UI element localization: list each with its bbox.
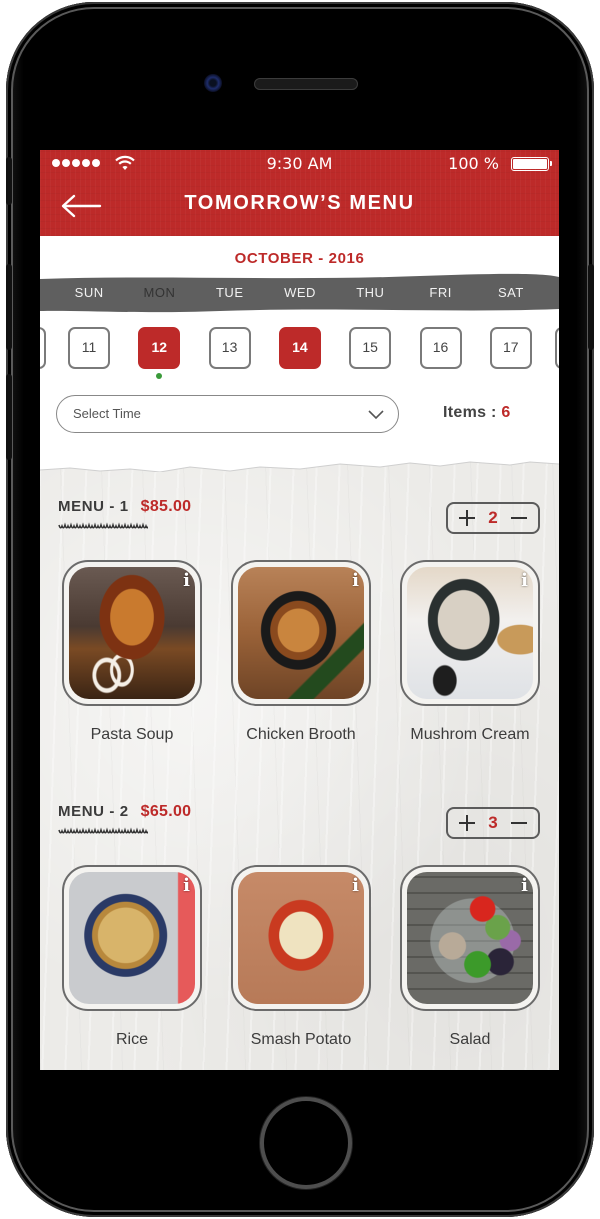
date-box-11[interactable]: 11	[68, 327, 110, 369]
menu-header-1: MENU - 1 $85.00	[58, 498, 191, 516]
front-camera-icon	[204, 74, 222, 92]
dish-photo	[238, 872, 364, 1004]
torn-paper-edge	[40, 450, 559, 472]
dish-photo	[69, 567, 195, 699]
date-box-next-partial[interactable]	[555, 327, 559, 369]
weekday-fri[interactable]: FRI	[405, 285, 475, 300]
weekday-mon[interactable]: MON	[124, 285, 194, 300]
info-icon[interactable]: i	[183, 570, 190, 591]
quantity-stepper: 3	[446, 807, 540, 839]
dish-image-frame[interactable]: i	[62, 560, 202, 706]
menu-name: MENU - 1	[58, 498, 129, 515]
minus-icon[interactable]	[510, 509, 528, 527]
info-icon[interactable]: i	[521, 875, 528, 896]
dish-name: Chicken Brooth	[246, 726, 356, 743]
dish-name: Pasta Soup	[90, 726, 174, 743]
minus-icon[interactable]	[510, 814, 528, 832]
home-button[interactable]	[260, 1097, 352, 1189]
info-icon[interactable]: i	[521, 570, 528, 591]
mute-switch	[6, 157, 12, 205]
weekday-banner: SUN MON TUE WED THU FRI SAT	[40, 273, 559, 315]
plus-icon[interactable]	[458, 814, 476, 832]
dish-card[interactable]: i Smash Potato	[231, 865, 371, 1049]
items-count-value: 6	[501, 404, 511, 421]
date-box-15[interactable]: 15	[349, 327, 392, 369]
weekday-list: SUN MON TUE WED THU FRI SAT	[40, 285, 559, 300]
wavy-underline-icon	[58, 827, 148, 834]
menu-content-area: MENU - 1 $85.00 2 i Pasta Soup i Chicken Broot…	[40, 450, 559, 1070]
date-box-12[interactable]: 12	[138, 327, 181, 369]
plus-icon[interactable]	[458, 509, 476, 527]
weekday-wed[interactable]: WED	[265, 285, 335, 300]
volume-down-button	[6, 374, 12, 460]
dish-image-frame[interactable]: i	[400, 560, 540, 706]
dish-card[interactable]: i Mushrom Cream	[400, 560, 540, 744]
date-strip: 11 12 13 14 15 16 17	[40, 327, 559, 379]
quantity-stepper: 2	[446, 502, 540, 534]
chevron-down-icon	[368, 410, 384, 420]
dish-photo	[407, 872, 533, 1004]
select-time-dropdown[interactable]: Select Time	[56, 395, 399, 433]
menu-price: $65.00	[140, 803, 192, 820]
battery-icon	[511, 157, 552, 171]
quantity-value: 2	[488, 508, 498, 527]
date-box-13[interactable]: 13	[208, 327, 251, 369]
dish-image-frame[interactable]: i	[231, 560, 371, 706]
date-box-17[interactable]: 17	[489, 327, 532, 369]
info-icon[interactable]: i	[352, 570, 359, 591]
dish-card[interactable]: i Rice	[62, 865, 202, 1049]
dish-card[interactable]: i Salad	[400, 865, 540, 1049]
weekday-thu[interactable]: THU	[335, 285, 405, 300]
volume-up-button	[6, 264, 12, 350]
dish-image-frame[interactable]: i	[400, 865, 540, 1011]
info-icon[interactable]: i	[352, 875, 359, 896]
dish-image-frame[interactable]: i	[231, 865, 371, 1011]
menu-name: MENU - 2	[58, 803, 129, 820]
date-box-14[interactable]: 14	[278, 327, 321, 369]
weekday-sat[interactable]: SAT	[476, 285, 546, 300]
menu-header-2: MENU - 2 $65.00	[58, 803, 191, 821]
dish-name: Smash Potato	[250, 1031, 352, 1048]
date-box-prev-partial[interactable]	[40, 327, 46, 369]
status-bar: 9:30 AM 100 %	[40, 150, 559, 178]
wavy-underline-icon	[58, 522, 148, 529]
menu-price: $85.00	[140, 498, 192, 515]
quantity-value: 3	[488, 813, 498, 832]
info-icon[interactable]: i	[183, 875, 190, 896]
items-label: Items :	[443, 404, 497, 421]
dish-card[interactable]: i Pasta Soup	[62, 560, 202, 744]
dish-name: Rice	[115, 1031, 148, 1048]
page-title: TOMORROW’S MENU	[184, 192, 415, 214]
dish-image-frame[interactable]: i	[62, 865, 202, 1011]
dish-card[interactable]: i Chicken Brooth	[231, 560, 371, 744]
dish-photo	[238, 567, 364, 699]
power-button	[588, 264, 594, 350]
month-label: OCTOBER - 2016	[234, 250, 365, 267]
date-indicator-dot	[156, 373, 163, 379]
earpiece-speaker	[254, 78, 358, 90]
battery-percent: 100 %	[448, 154, 499, 173]
weekday-sun[interactable]: SUN	[54, 285, 124, 300]
items-count: Items : 6	[443, 404, 511, 422]
date-box-16[interactable]: 16	[419, 327, 462, 369]
weekday-tue[interactable]: TUE	[195, 285, 265, 300]
dish-photo	[69, 872, 195, 1004]
dish-name: Mushrom Cream	[410, 726, 530, 743]
app-screen: 9:30 AM 100 % TOMORROW’S MENU OCTOBER - …	[40, 150, 559, 1070]
dish-name: Salad	[449, 1031, 491, 1048]
dish-photo	[407, 567, 533, 699]
app-header: 9:30 AM 100 % TOMORROW’S MENU	[40, 150, 559, 236]
select-time-placeholder: Select Time	[73, 406, 141, 421]
